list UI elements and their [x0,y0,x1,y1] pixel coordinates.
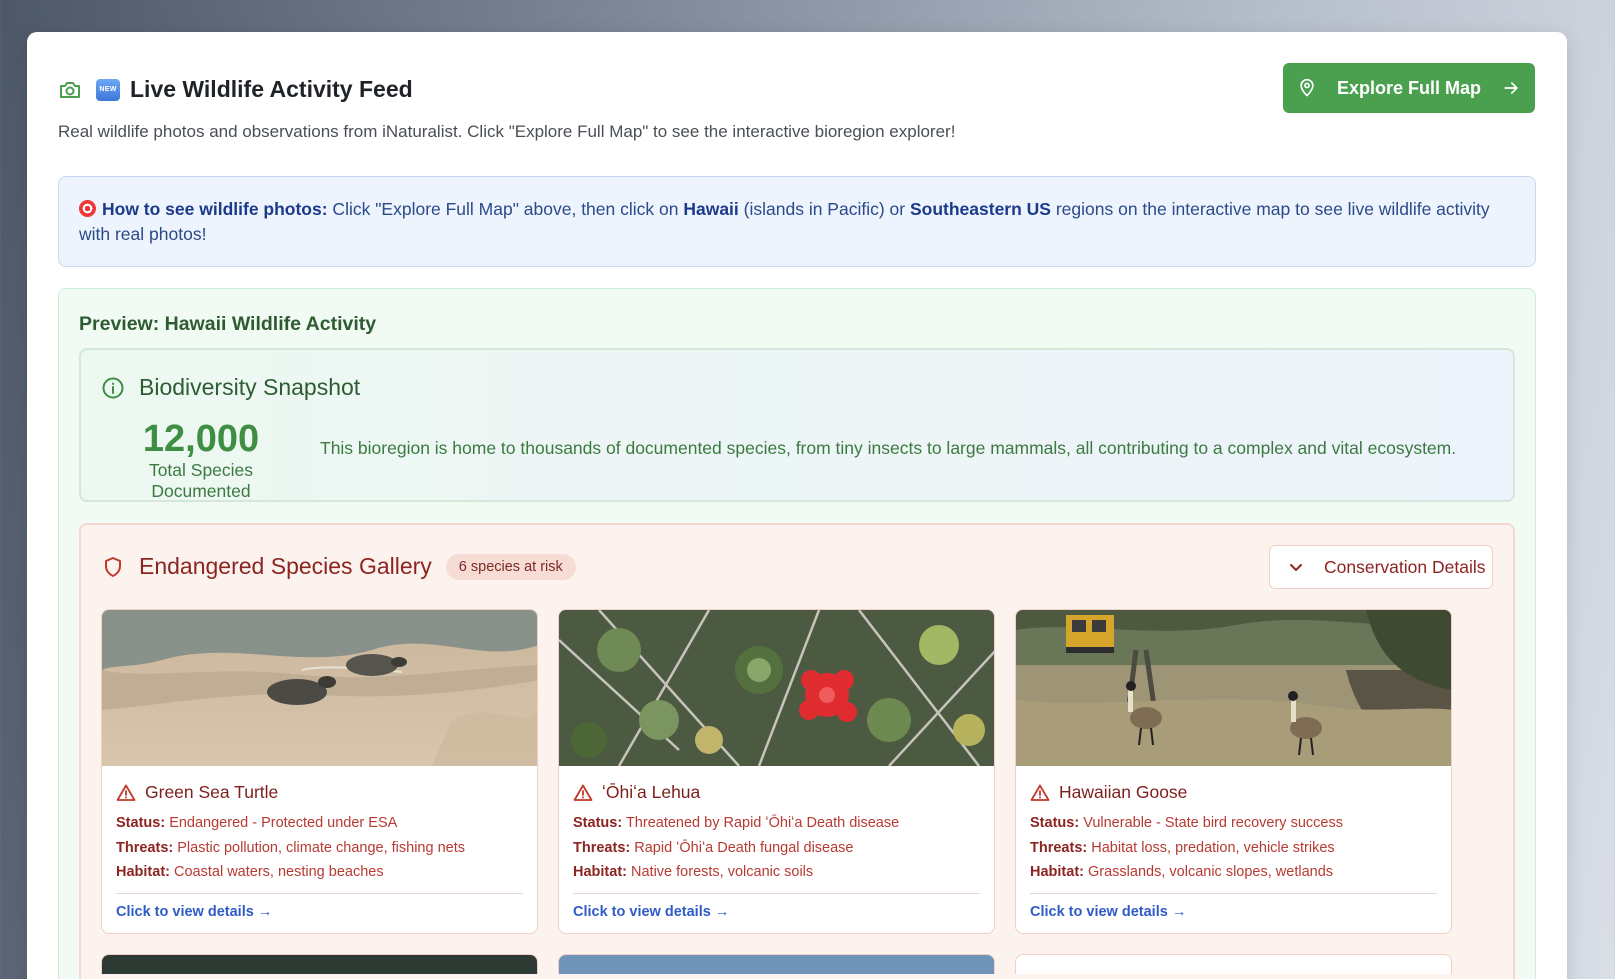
habitat-value: Coastal waters, nesting beaches [174,864,384,880]
region-hawaii: Hawaii [683,199,739,219]
card-divider [116,892,523,894]
status-value: Threatened by Rapid ʻŌhiʻa Death disease [625,815,900,831]
wildlife-feed-panel: NEW Live Wildlife Activity Feed Explore … [27,32,1567,979]
snapshot-description: This bioregion is home to thousands of d… [320,438,1457,458]
habitat-label: Habitat: [1030,864,1084,880]
species-card-green-sea-turtle[interactable]: Green Sea Turtle Status: Endangered - Pr… [101,609,538,934]
gallery-title: Endangered Species Gallery [139,553,432,579]
species-card-partial[interactable] [101,954,538,974]
habitat-value: Grasslands, volcanic slopes, wetlands [1088,864,1334,880]
conservation-details-label: Conservation Details [1324,556,1486,577]
preview-title: Preview: Hawaii Wildlife Activity [79,313,377,335]
species-habitat: Habitat: Native forests, volcanic soils [573,860,980,885]
view-details-link[interactable]: Click to view details → [1030,904,1186,920]
snapshot-title: Biodiversity Snapshot [139,374,361,400]
species-card-partial[interactable] [1015,954,1452,974]
warning-icon [573,784,593,801]
biodiversity-snapshot: Biodiversity Snapshot 12,000 Total Speci… [79,348,1515,502]
species-threats: Threats: Habitat loss, predation, vehicl… [1030,836,1437,861]
how-to-text: Click "Explore Full Map" above, then cli… [327,199,684,219]
info-icon [102,377,124,398]
card-divider [1030,892,1437,894]
view-details-link[interactable]: Click to view details → [573,904,729,920]
feed-subtitle: Real wildlife photos and observations fr… [58,122,956,141]
shield-icon [105,556,121,577]
how-to-info-box: How to see wildlife photos: Click "Explo… [58,176,1536,267]
hawaiian-goose-photo [1016,610,1451,766]
species-card-hawaiian-goose[interactable]: Hawaiian Goose Status: Vulnerable - Stat… [1015,609,1452,934]
species-status: Status: Endangered - Protected under ESA [116,811,523,836]
ohia-lehua-photo [559,610,994,766]
threats-label: Threats: [116,839,174,856]
habitat-value: Native forests, volcanic soils [631,864,814,880]
preview-section: Preview: Hawaii Wildlife Activity Biodiv… [58,288,1536,979]
species-count-label: Total Species Documented [148,460,254,501]
threats-label: Threats: [573,839,631,856]
view-details-link[interactable]: Click to view details → [116,904,272,920]
map-pin-icon [1300,78,1314,97]
threats-value: Rapid ʻŌhiʻa Death fungal disease [634,839,854,856]
species-count: 12,000 [142,418,260,460]
conservation-details-button[interactable]: Conservation Details [1269,545,1493,589]
threats-value: Habitat loss, predation, vehicle strikes [1091,839,1335,856]
species-at-risk-badge: 6 species at risk [445,553,576,580]
status-label: Status: [116,815,166,831]
arrow-right-icon [1504,82,1519,94]
status-label: Status: [573,815,623,831]
species-threats: Threats: Plastic pollution, climate chan… [116,836,523,861]
habitat-label: Habitat: [116,864,170,880]
feed-header: NEW Live Wildlife Activity Feed [58,76,413,103]
region-southeastern-us: Southeastern US [909,199,1051,219]
species-status: Status: Vulnerable - State bird recovery… [1030,811,1437,836]
new-badge-icon: NEW [96,78,120,101]
species-name: ʻŌhiʻa Lehua [602,782,701,802]
species-name: Green Sea Turtle [145,782,279,802]
status-label: Status: [1030,815,1080,831]
how-to-lead: How to see wildlife photos: [102,199,328,219]
target-icon [79,200,96,217]
page-title: Live Wildlife Activity Feed [130,76,413,102]
species-status: Status: Threatened by Rapid ʻŌhiʻa Death… [573,811,980,836]
how-to-text: (islands in Pacific) or [738,199,910,219]
card-divider [573,892,980,894]
warning-icon [116,784,136,801]
species-threats: Threats: Rapid ʻŌhiʻa Death fungal disea… [573,836,980,861]
explore-full-map-button[interactable]: Explore Full Map [1283,63,1535,113]
status-value: Endangered - Protected under ESA [169,815,398,831]
explore-full-map-label: Explore Full Map [1336,77,1482,98]
chevron-down-icon [1290,564,1302,572]
species-card-partial[interactable] [558,954,995,974]
threats-label: Threats: [1030,839,1088,856]
species-name: Hawaiian Goose [1059,782,1188,802]
species-card-ohia-lehua[interactable]: ʻŌhiʻa Lehua Status: Threatened by Rapid… [558,609,995,934]
endangered-species-gallery: Endangered Species Gallery 6 species at … [79,523,1515,979]
green-sea-turtle-photo [102,610,537,766]
threats-value: Plastic pollution, climate change, fishi… [177,839,465,856]
habitat-label: Habitat: [573,864,627,880]
camera-icon [60,81,80,98]
status-value: Vulnerable - State bird recovery success [1083,815,1343,831]
warning-icon [1030,784,1050,801]
species-habitat: Habitat: Coastal waters, nesting beaches [116,860,523,885]
species-habitat: Habitat: Grasslands, volcanic slopes, we… [1030,860,1437,885]
